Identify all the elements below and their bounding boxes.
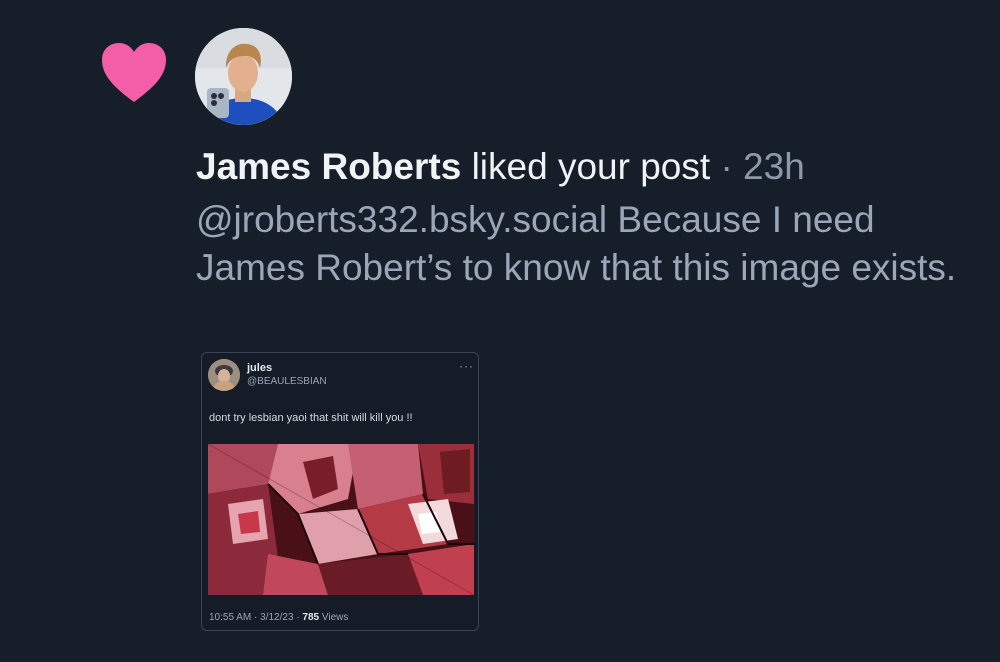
user-avatar[interactable] [195,28,292,125]
separator-dot: · [720,146,733,187]
more-horizontal-icon[interactable]: ··· [459,359,474,373]
views-label: Views [321,612,349,623]
liker-name[interactable]: James Roberts [196,146,461,187]
avatar-photo [195,28,292,125]
quoted-post-card[interactable]: jules @BEAULESBIAN ··· dont try lesbian … [201,352,479,631]
quoted-author-name[interactable]: jules [247,362,272,374]
notification-page: James Roberts liked your post · 23h @jro… [0,0,1000,662]
quoted-post-text: dont try lesbian yaoi that shit will kil… [209,412,413,424]
quoted-post-timestamp: 10:55 AM · 3/12/23 · [209,612,300,623]
quoted-post-meta: 10:55 AM · 3/12/23 · 785 Views [209,612,348,623]
comic-image [208,444,474,595]
quoted-avatar-photo [208,359,240,391]
quoted-post-image[interactable] [208,444,474,595]
notification-action: liked your post [471,146,711,187]
views-count: 785 [302,612,320,623]
quoted-author-handle[interactable]: @BEAULESBIAN [247,376,327,387]
liked-post-text[interactable]: @jroberts332.bsky.social Because I need … [196,196,981,292]
notification-header: James Roberts liked your post · 23h [196,144,986,190]
quoted-author-avatar[interactable] [208,359,240,391]
notification-time: 23h [743,146,805,187]
heart-icon [102,43,166,102]
